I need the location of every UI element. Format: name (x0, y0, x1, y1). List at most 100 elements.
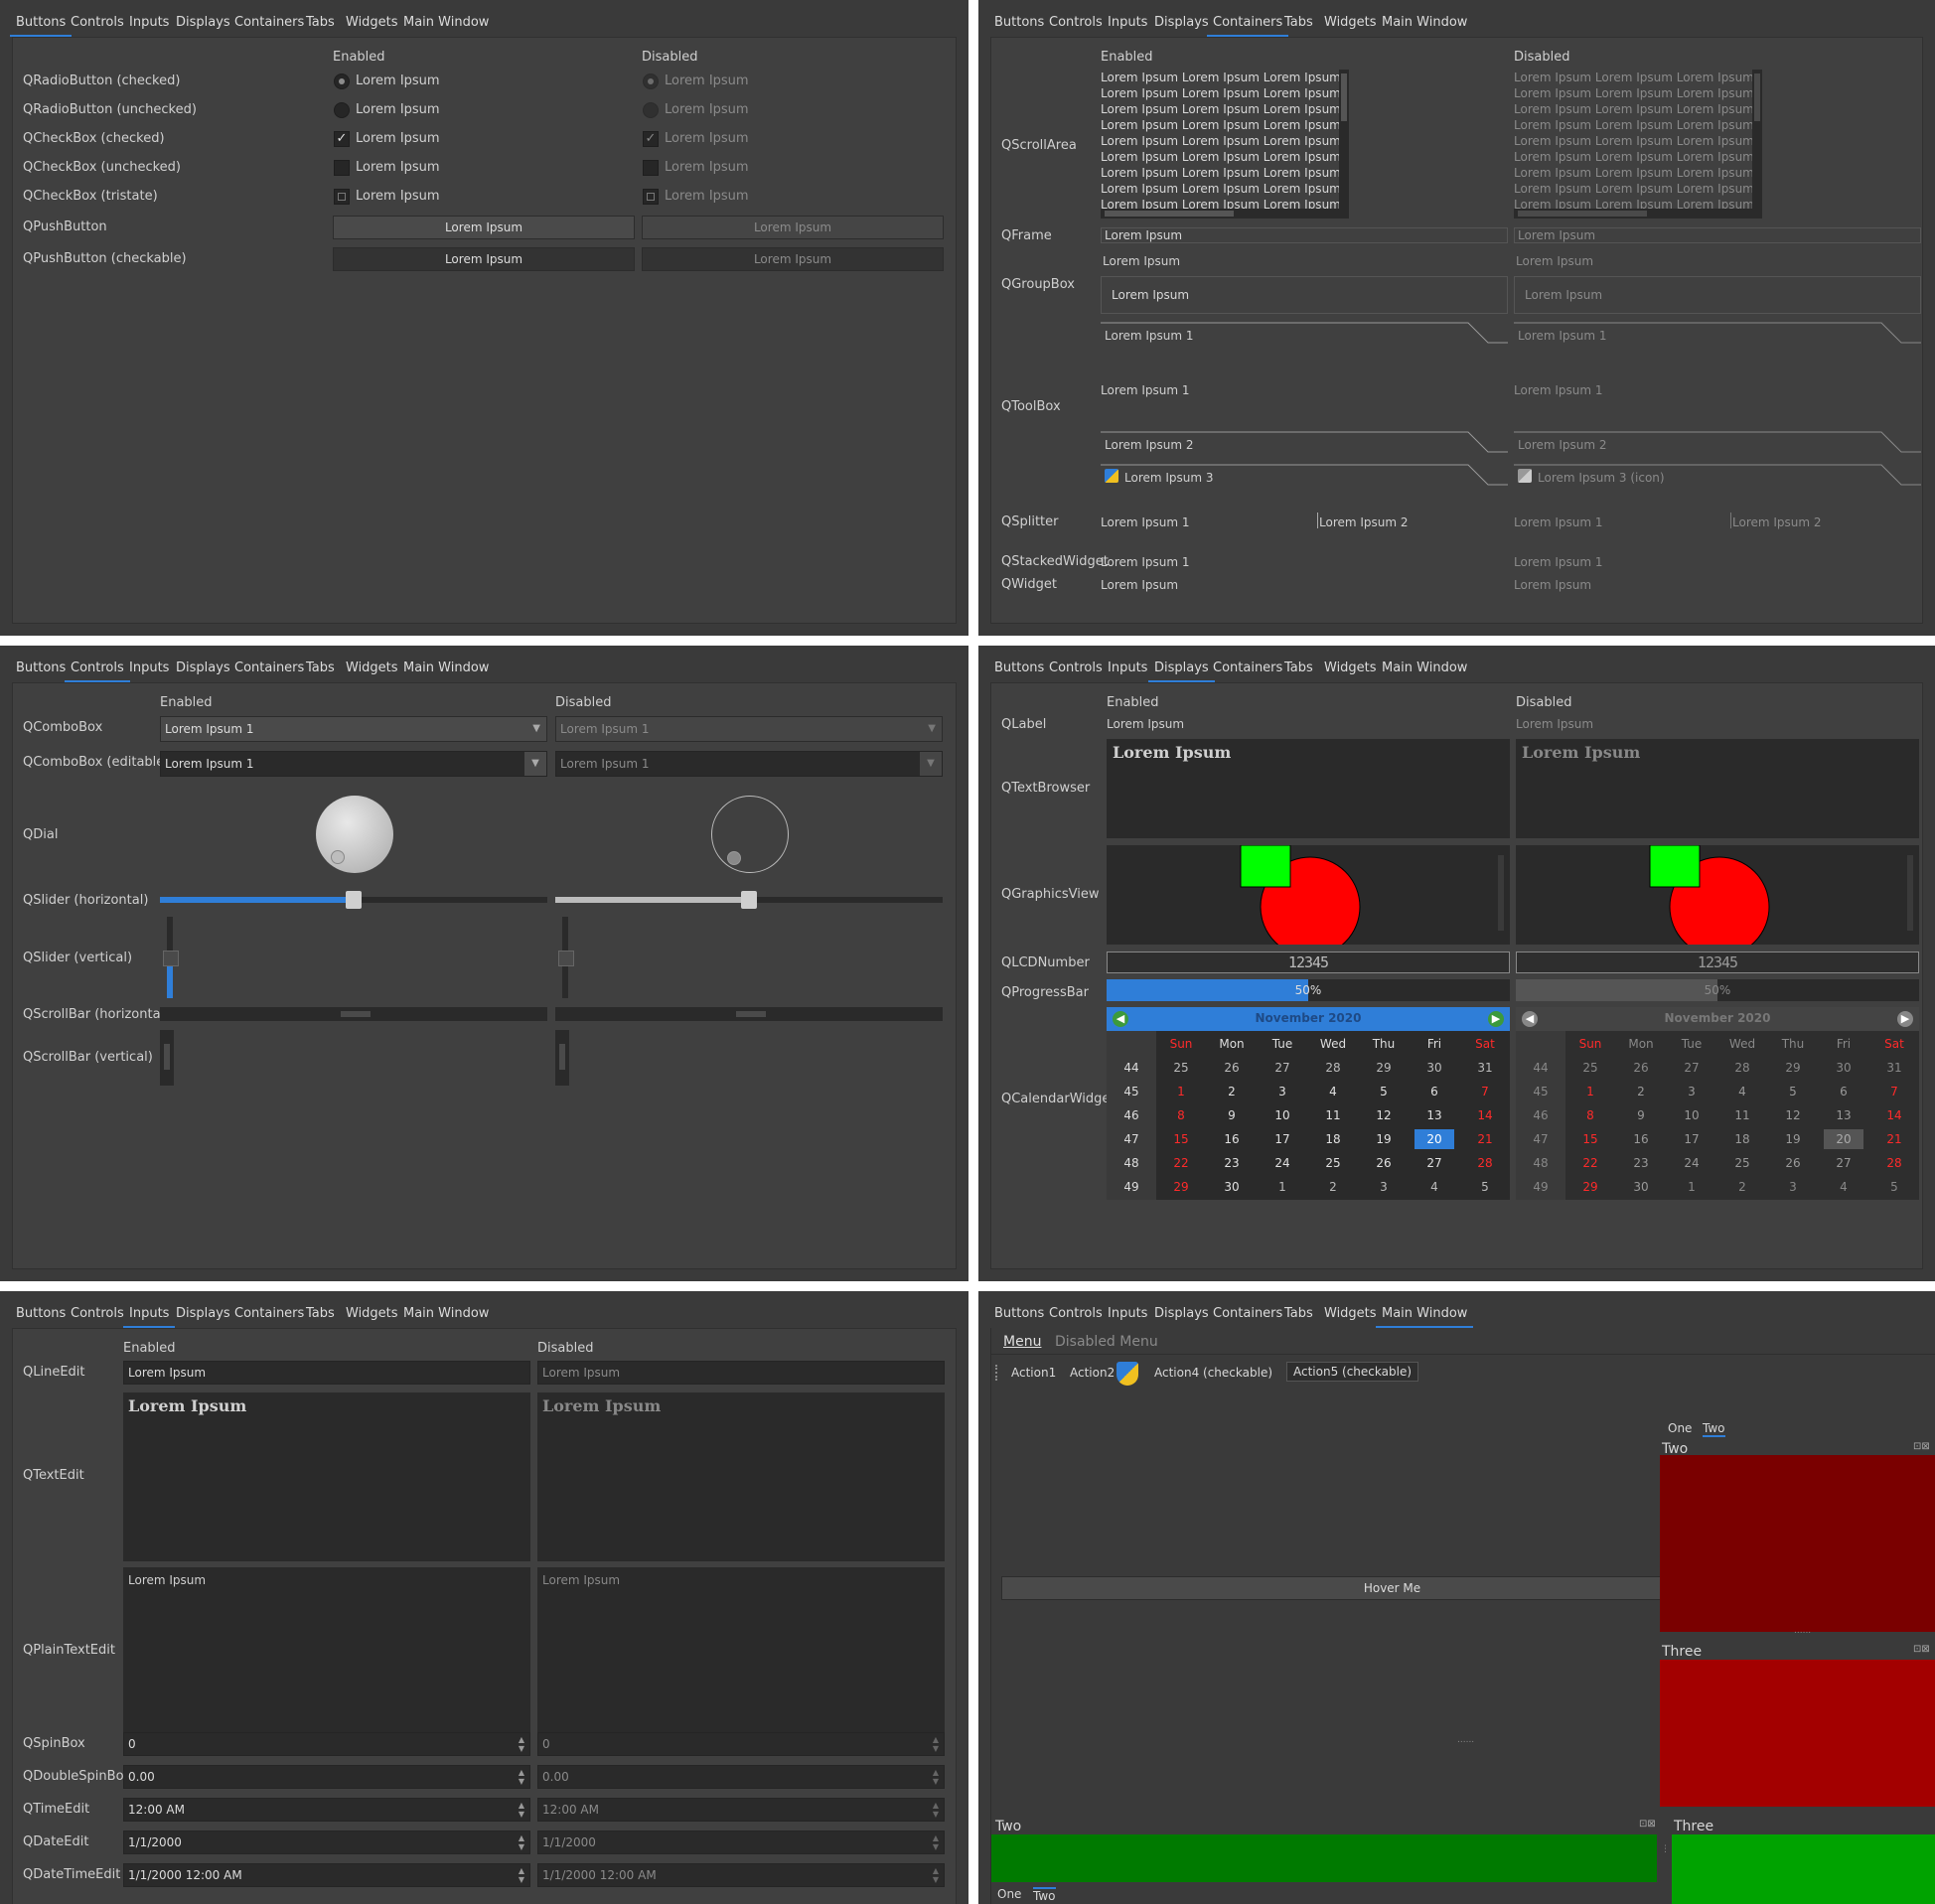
calendar-day[interactable]: 16 (1212, 1129, 1252, 1149)
combo-box[interactable]: Lorem Ipsum 1 ▼ (160, 716, 547, 742)
tab-inputs[interactable]: Inputs (122, 1304, 176, 1328)
tab-displays[interactable]: Displays (176, 1304, 230, 1324)
scroll-area[interactable]: Lorem Ipsum Lorem Ipsum Lorem Ipsum Lore… (1101, 70, 1349, 219)
tab-inputs[interactable]: Inputs (129, 13, 169, 33)
radio-button-unchecked[interactable] (334, 102, 350, 118)
scrollbar-handle[interactable] (1341, 73, 1347, 121)
calendar-day[interactable]: 5 (1465, 1177, 1505, 1197)
dial[interactable] (316, 796, 393, 873)
tab-controls[interactable]: Controls (1049, 1304, 1103, 1324)
text-edit[interactable]: Lorem Ipsum (123, 1392, 530, 1561)
calendar-day[interactable]: 24 (1263, 1153, 1302, 1173)
tab-displays[interactable]: Displays (176, 13, 230, 33)
calendar-day[interactable]: 1 (1161, 1082, 1201, 1101)
calendar-day[interactable]: 5 (1364, 1082, 1404, 1101)
slider-handle[interactable] (163, 951, 179, 966)
checkbox-checked[interactable]: ✓ (334, 131, 350, 147)
calendar-day[interactable]: 2 (1313, 1177, 1353, 1197)
tab-inputs[interactable]: Inputs (1108, 13, 1147, 33)
plain-text-edit[interactable]: Lorem Ipsum (123, 1567, 530, 1736)
calendar-day[interactable]: 12 (1364, 1105, 1404, 1125)
tab-controls[interactable]: Controls (1049, 13, 1103, 33)
calendar-day[interactable]: 14 (1465, 1105, 1505, 1125)
toolbox-tab-2[interactable]: Lorem Ipsum 2 (1105, 438, 1194, 452)
tab-buttons[interactable]: Buttons (16, 659, 66, 678)
calendar-day[interactable]: 30 (1212, 1177, 1252, 1197)
tab-containers[interactable]: Containers (234, 1304, 304, 1324)
tab-widgets[interactable]: Widgets (1324, 659, 1377, 678)
tab-displays[interactable]: Displays (176, 659, 230, 678)
tab-tabs[interactable]: Tabs (306, 1304, 335, 1324)
tab-inputs[interactable]: Inputs (1108, 659, 1147, 678)
tab-tabs[interactable]: Tabs (1284, 659, 1313, 678)
datetime-edit[interactable]: 1/1/2000 12:00 AM ▲ ▼ (123, 1863, 530, 1887)
tab-widgets[interactable]: Widgets (1324, 13, 1377, 33)
tab-tabs[interactable]: Tabs (306, 13, 335, 33)
calendar-day[interactable]: 10 (1263, 1105, 1302, 1125)
splitter-handle[interactable]: ...... (1457, 1735, 1474, 1745)
calendar-month-year[interactable]: November 2020 (1107, 1011, 1510, 1025)
tab-displays[interactable]: Displays (1154, 1304, 1209, 1324)
calendar-day[interactable]: 9 (1212, 1105, 1252, 1125)
calendar-day[interactable]: 3 (1263, 1082, 1302, 1101)
float-close-icons[interactable]: ⊡⊠ (1639, 1819, 1656, 1830)
tab-main-window[interactable]: Main Window (403, 659, 489, 678)
calendar-day[interactable]: 26 (1212, 1058, 1252, 1078)
toolbar-action-checked[interactable]: Action5 (checkable) (1286, 1362, 1419, 1382)
calendar-day[interactable]: 25 (1313, 1153, 1353, 1173)
calendar-day[interactable]: 8 (1161, 1105, 1201, 1125)
menu-item[interactable]: Menu (1003, 1334, 1041, 1350)
tab-controls[interactable]: Controls (71, 13, 124, 33)
graphics-view[interactable] (1107, 845, 1510, 945)
tab-widgets[interactable]: Widgets (1324, 1304, 1377, 1324)
shield-icon[interactable] (1116, 1362, 1138, 1386)
tab-main-window[interactable]: Main Window (403, 1304, 489, 1324)
toolbox-tab-3[interactable]: Lorem Ipsum 3 (1124, 471, 1214, 485)
calendar-day[interactable]: 17 (1263, 1129, 1302, 1149)
calendar-day[interactable]: 19 (1364, 1129, 1404, 1149)
scrollbar-handle[interactable] (1105, 211, 1234, 217)
tab-containers[interactable]: Containers (1213, 1304, 1282, 1324)
tab-widgets[interactable]: Widgets (346, 13, 398, 33)
up-down-arrows-icon[interactable]: ▲ ▼ (516, 1866, 527, 1884)
tab-widgets[interactable]: Widgets (346, 659, 398, 678)
tab-containers[interactable]: Containers (1213, 659, 1282, 678)
tab-buttons[interactable]: Buttons (994, 1304, 1044, 1324)
tab-containers[interactable]: Containers (234, 659, 304, 678)
tab-widgets[interactable]: Widgets (346, 1304, 398, 1324)
push-button[interactable]: Lorem Ipsum (333, 216, 635, 239)
float-close-icons[interactable]: ⊡⊠ (1913, 1644, 1930, 1655)
scrollbar-vertical[interactable] (1339, 70, 1349, 219)
dock-tab-one[interactable]: One (1668, 1421, 1692, 1435)
tab-inputs[interactable]: Inputs (1108, 1304, 1147, 1324)
tab-main-window[interactable]: Main Window (1382, 659, 1467, 678)
tab-controls[interactable]: Controls (1049, 659, 1103, 678)
calendar-day[interactable]: 31 (1465, 1058, 1505, 1078)
calendar-day[interactable]: 4 (1414, 1177, 1454, 1197)
up-down-arrows-icon[interactable]: ▲ ▼ (516, 1735, 527, 1753)
float-close-icons[interactable]: ⊡⊠ (1913, 1441, 1930, 1452)
chevron-down-icon[interactable]: ▼ (524, 752, 546, 776)
calendar-day[interactable]: 28 (1313, 1058, 1353, 1078)
radio-button-checked[interactable] (334, 73, 350, 89)
scrollbar-horizontal[interactable] (1101, 209, 1339, 219)
splitter-handle[interactable] (1317, 513, 1318, 528)
tab-controls[interactable]: Controls (71, 1304, 124, 1324)
line-edit[interactable]: Lorem Ipsum (123, 1361, 530, 1385)
dock-tab-one[interactable]: One (997, 1887, 1021, 1901)
calendar-day[interactable]: 21 (1465, 1129, 1505, 1149)
tab-tabs[interactable]: Tabs (1284, 13, 1313, 33)
calendar-day[interactable]: 2 (1212, 1082, 1252, 1101)
toolbar-action[interactable]: Action1 (1011, 1366, 1056, 1380)
splitter-handle[interactable]: ⋮ (1661, 1844, 1670, 1854)
tab-buttons[interactable]: Buttons (994, 13, 1044, 33)
time-edit[interactable]: 12:00 AM ▲ ▼ (123, 1798, 530, 1822)
calendar-day[interactable]: 18 (1313, 1129, 1353, 1149)
calendar-day[interactable]: 26 (1364, 1153, 1404, 1173)
up-down-arrows-icon[interactable]: ▲ ▼ (516, 1801, 527, 1819)
calendar-day[interactable]: 1 (1263, 1177, 1302, 1197)
editable-combo-box[interactable]: Lorem Ipsum 1 ▼ (160, 751, 547, 777)
tab-inputs[interactable]: Inputs (129, 659, 169, 678)
horizontal-slider[interactable] (160, 891, 547, 909)
tab-buttons[interactable]: Buttons (9, 13, 73, 37)
